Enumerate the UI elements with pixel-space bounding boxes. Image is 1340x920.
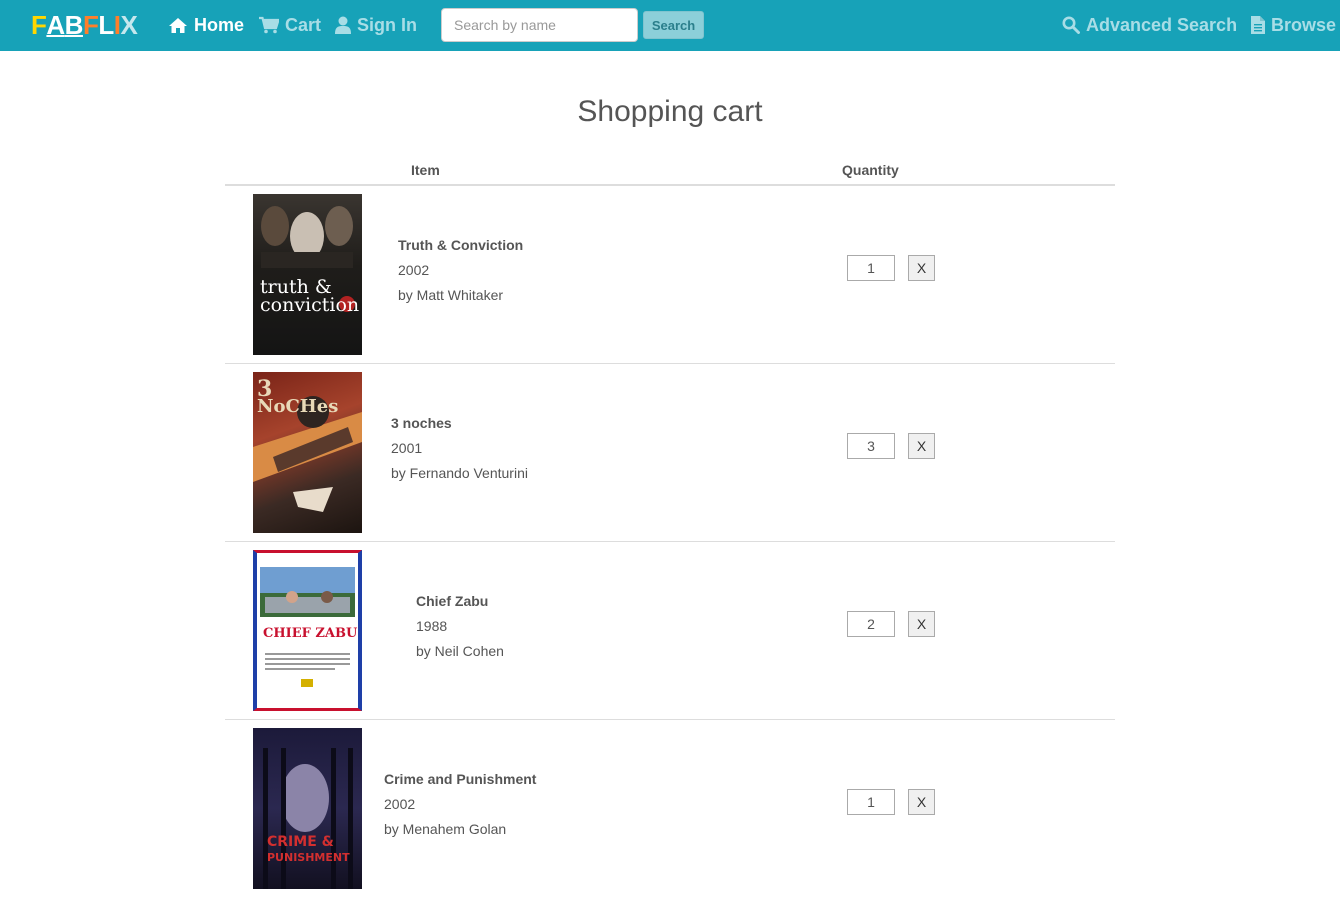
nav-advanced-search-link[interactable]: Advanced Search xyxy=(1062,13,1237,37)
search-icon xyxy=(1062,16,1080,34)
poster-faces-image xyxy=(261,206,355,312)
nav-browse-label: Browse xyxy=(1271,14,1337,35)
logo-letter: B xyxy=(64,10,84,40)
column-header-item: Item xyxy=(411,162,440,178)
logo-letter: X xyxy=(120,10,138,40)
search-input[interactable] xyxy=(441,8,638,42)
poster-title-line: PUNISHMENT xyxy=(267,851,350,864)
nav-cart-label: Cart xyxy=(285,14,322,35)
nav-cart-link[interactable]: Cart xyxy=(259,13,321,37)
nav-signin-link[interactable]: Sign In xyxy=(335,13,417,37)
poster-title-line: NoCHes xyxy=(257,396,339,417)
remove-item-button[interactable]: X xyxy=(908,255,935,281)
movie-director: by Matt Whitaker xyxy=(398,287,504,303)
movie-title[interactable]: Chief Zabu xyxy=(416,592,504,617)
home-icon xyxy=(169,17,187,33)
movie-title[interactable]: Truth & Conviction xyxy=(398,236,523,261)
cart-item-info: Truth & Conviction 2002 by Matt Whitaker xyxy=(398,236,523,311)
logo-letter: A xyxy=(46,10,65,40)
movie-poster[interactable]: 3 NoCHes xyxy=(253,372,362,533)
movie-year: 2002 xyxy=(384,796,416,812)
page-title: Shopping cart xyxy=(577,95,763,128)
search-button[interactable]: Search xyxy=(643,11,704,39)
movie-poster[interactable]: CRIME & PUNISHMENT xyxy=(253,728,362,889)
logo-letter: L xyxy=(98,10,114,40)
cart-icon xyxy=(259,16,279,34)
movie-director: by Fernando Venturini xyxy=(391,465,528,481)
nav-signin-label: Sign In xyxy=(357,14,417,35)
cart-item-info: 3 noches 2001 by Fernando Venturini xyxy=(391,414,528,489)
movie-title[interactable]: 3 noches xyxy=(391,414,528,439)
nav-browse-link[interactable]: Browse xyxy=(1251,13,1336,37)
poster-title-line: CRIME & xyxy=(267,834,334,850)
navbar: FABFLIX Home Cart Sign In Search Advance… xyxy=(0,0,1340,51)
quantity-input[interactable] xyxy=(847,789,895,815)
cart-table-header: Item Quantity xyxy=(225,155,1115,186)
user-icon xyxy=(335,16,351,34)
quantity-input[interactable] xyxy=(847,611,895,637)
logo-letter: I xyxy=(113,10,121,40)
cart-item-info: Chief Zabu 1988 by Neil Cohen xyxy=(416,592,504,667)
movie-director: by Neil Cohen xyxy=(416,643,504,659)
movie-poster[interactable]: truth & conviction xyxy=(253,194,362,355)
movie-director: by Menahem Golan xyxy=(384,821,507,837)
cart-item-info: Crime and Punishment 2002 by Menahem Gol… xyxy=(384,770,536,845)
movie-year: 2001 xyxy=(391,440,423,456)
logo-letter: F xyxy=(31,10,47,40)
quantity-input[interactable] xyxy=(847,433,895,459)
movie-year: 1988 xyxy=(416,618,448,634)
remove-item-button[interactable]: X xyxy=(908,611,935,637)
cart-row: truth & conviction Truth & Conviction 20… xyxy=(225,186,1115,364)
cart-row: 3 NoCHes 3 noches 2001 by Fernando Ventu… xyxy=(225,364,1115,542)
nav-advanced-search-label: Advanced Search xyxy=(1086,14,1238,35)
remove-item-button[interactable]: X xyxy=(908,433,935,459)
poster-title-line: conviction xyxy=(260,294,360,316)
movie-poster[interactable]: CHIEF ZABU xyxy=(253,550,362,711)
nav-home-link[interactable]: Home xyxy=(168,13,244,37)
cart-row: CRIME & PUNISHMENT Crime and Punishment … xyxy=(225,720,1115,898)
remove-item-button[interactable]: X xyxy=(908,789,935,815)
fabflix-logo[interactable]: FABFLIX xyxy=(31,10,138,40)
poster-title-line: CHIEF ZABU xyxy=(263,626,358,641)
quantity-input[interactable] xyxy=(847,255,895,281)
movie-year: 2002 xyxy=(398,262,430,278)
document-icon xyxy=(1251,16,1265,34)
column-header-quantity: Quantity xyxy=(842,162,899,178)
cart-row: CHIEF ZABU Chief Zabu 1988 by Neil Cohen… xyxy=(225,542,1115,720)
logo-letter: F xyxy=(82,10,99,40)
movie-title[interactable]: Crime and Punishment xyxy=(384,770,536,795)
nav-home-label: Home xyxy=(194,14,245,35)
